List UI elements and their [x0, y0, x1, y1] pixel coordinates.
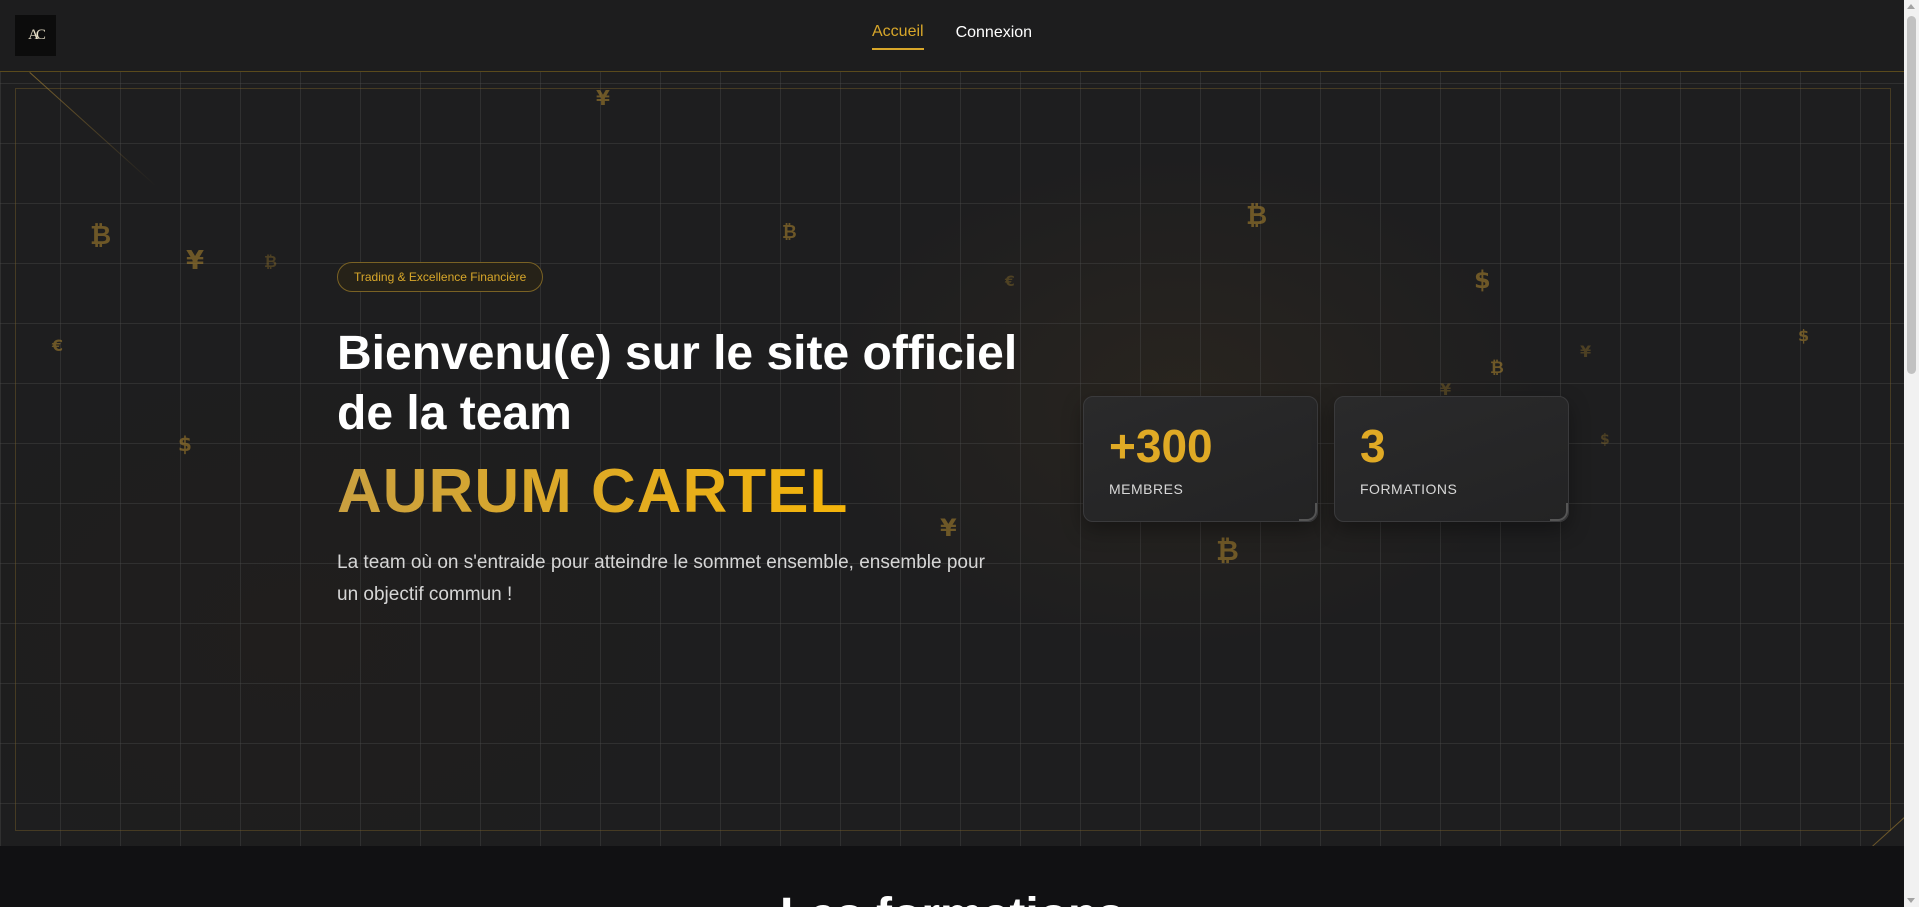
- site-logo[interactable]: AC: [15, 15, 56, 56]
- stat-label: MEMBRES: [1109, 481, 1184, 497]
- dollar-icon: $: [1474, 266, 1491, 294]
- hero-section: ¥ ₿ ¥ ₿ € $ ₿ € ₿ $ ₿ ¥ $ ¥ $ ¥ ₿ Tradin…: [0, 72, 1904, 846]
- card-corner-decor: [1550, 503, 1568, 521]
- section-title: Les formations: [0, 888, 1904, 907]
- hero-subtitle: La team où on s'entraide pour atteindre …: [337, 552, 985, 605]
- euro-icon: €: [1005, 274, 1015, 290]
- bitcoin-icon: ₿: [264, 252, 278, 271]
- brand-name: AURUM CARTEL: [337, 457, 849, 526]
- yen-icon: ¥: [1580, 342, 1592, 361]
- card-corner-decor: [1299, 503, 1317, 521]
- dollar-icon: $: [1600, 432, 1610, 448]
- bitcoin-icon: ₿: [1216, 534, 1239, 567]
- navbar: AC Accueil Connexion: [0, 0, 1904, 72]
- bitcoin-icon: ₿: [1246, 201, 1268, 231]
- bitcoin-icon: ₿: [782, 222, 797, 243]
- nav-link-connexion[interactable]: Connexion: [956, 0, 1033, 72]
- stat-card-formations: 3 FORMATIONS: [1334, 396, 1569, 522]
- hero-frame: [15, 88, 1891, 831]
- dollar-icon: $: [1798, 326, 1810, 345]
- hero-title: Bienvenu(e) sur le site officiel de la t…: [337, 327, 1018, 440]
- stat-value: +300: [1109, 420, 1213, 472]
- bitcoin-icon: ₿: [90, 221, 112, 251]
- scroll-thumb[interactable]: [1907, 16, 1916, 374]
- stat-card-members: +300 MEMBRES: [1083, 396, 1318, 522]
- page: AC Accueil Connexion ¥ ₿ ¥ ₿ € $ ₿ € ₿ $…: [0, 0, 1904, 907]
- formations-section: Les formations: [0, 846, 1904, 907]
- scroll-up-arrow-icon[interactable]: [1907, 4, 1915, 9]
- euro-icon: €: [52, 336, 64, 355]
- dollar-icon: $: [178, 432, 192, 456]
- nav-links: Accueil Connexion: [872, 0, 1032, 72]
- nav-link-accueil[interactable]: Accueil: [872, 0, 924, 72]
- yen-icon: ¥: [940, 514, 957, 542]
- bitcoin-icon: ₿: [1490, 358, 1504, 378]
- hero-badge: Trading & Excellence Financière: [337, 262, 544, 292]
- stat-value: 3: [1360, 420, 1386, 472]
- stat-label: FORMATIONS: [1360, 481, 1458, 497]
- yen-icon: ¥: [596, 86, 610, 110]
- yen-icon: ¥: [186, 246, 205, 276]
- vertical-scrollbar[interactable]: [1904, 0, 1919, 907]
- scroll-down-arrow-icon[interactable]: [1907, 898, 1915, 903]
